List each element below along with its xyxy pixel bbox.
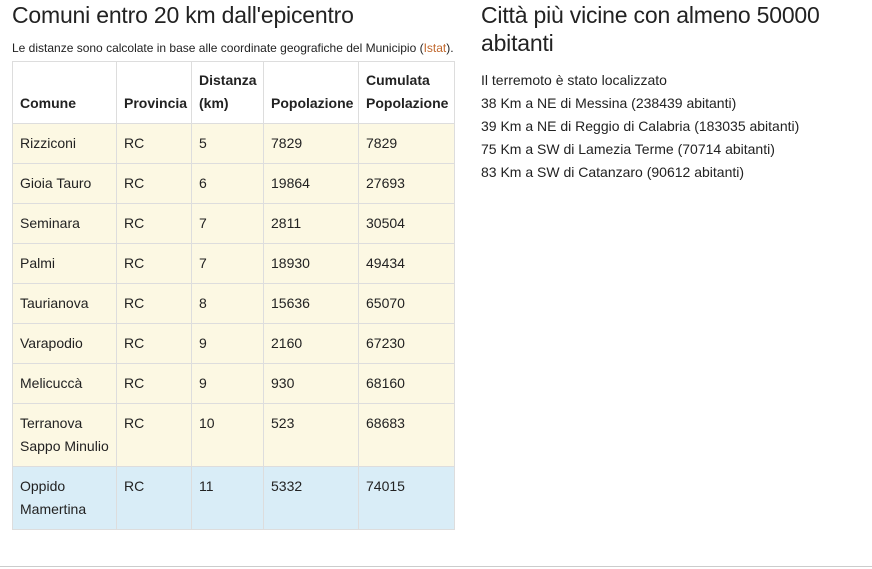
header-cumulata[interactable]: Cumulata Popolazione [358, 61, 455, 124]
cell-comune: Gioia Tauro [12, 163, 117, 204]
cell-provincia: RC [116, 203, 192, 244]
cell-cumulata: 74015 [358, 466, 455, 530]
cell-distanza: 11 [191, 466, 264, 530]
header-provincia[interactable]: Provincia [116, 61, 192, 124]
cell-popolazione: 7829 [263, 123, 359, 164]
cell-popolazione: 523 [263, 403, 359, 467]
cell-cumulata: 65070 [358, 283, 455, 324]
city-distance-line: 39 Km a NE di Reggio di Calabria (183035… [481, 118, 800, 134]
city-distance-line: 83 Km a SW di Catanzaro (90612 abitanti) [481, 164, 745, 180]
table-row: Gioia Tauro RC 6 19864 27693 [12, 163, 455, 204]
cell-comune: Terranova Sappo Minulio [12, 403, 117, 467]
header-distanza[interactable]: Distanza (km) [191, 61, 264, 124]
cell-distanza: 5 [191, 123, 264, 164]
cell-comune: Rizziconi [12, 123, 117, 164]
comuni-section: Comuni entro 20 km dall'epicentro Le dis… [12, 0, 455, 530]
distance-note: Le distanze sono calcolate in base alle … [12, 39, 454, 57]
note-end: ). [446, 41, 454, 55]
cell-provincia: RC [116, 243, 192, 284]
cell-provincia: RC [116, 163, 192, 204]
cell-distanza: 10 [191, 403, 264, 467]
cell-popolazione: 930 [263, 363, 359, 404]
cell-cumulata: 68160 [358, 363, 455, 404]
cell-cumulata: 68683 [358, 403, 455, 467]
cell-distanza: 8 [191, 283, 264, 324]
cell-distanza: 7 [191, 203, 264, 244]
table-row: Melicuccà RC 9 930 68160 [12, 363, 455, 404]
cell-popolazione: 19864 [263, 163, 359, 204]
istat-link[interactable]: Istat [424, 41, 447, 55]
table-row: Taurianova RC 8 15636 65070 [12, 283, 455, 324]
cell-popolazione: 15636 [263, 283, 359, 324]
cell-popolazione: 18930 [263, 243, 359, 284]
cell-popolazione: 2811 [263, 203, 359, 244]
cell-distanza: 7 [191, 243, 264, 284]
comuni-title: Comuni entro 20 km dall'epicentro [12, 2, 354, 28]
cell-provincia: RC [116, 323, 192, 364]
header-popolazione[interactable]: Popolazione [263, 61, 359, 124]
table-row: Terranova Sappo Minulio RC 10 523 68683 [12, 403, 455, 467]
cell-cumulata: 49434 [358, 243, 455, 284]
table-row: Seminara RC 7 2811 30504 [12, 203, 455, 244]
cell-popolazione: 2160 [263, 323, 359, 364]
cell-cumulata: 7829 [358, 123, 455, 164]
cell-distanza: 6 [191, 163, 264, 204]
cell-provincia: RC [116, 283, 192, 324]
cell-popolazione: 5332 [263, 466, 359, 530]
cell-provincia: RC [116, 466, 192, 530]
nearby-cities-title: Città più vicine con almeno 50000 abitan… [481, 2, 820, 56]
nearby-cities-section: Città più vicine con almeno 50000 abitan… [481, 0, 866, 184]
cell-comune: Taurianova [12, 283, 117, 324]
cell-comune: Palmi [12, 243, 117, 284]
bottom-divider [0, 566, 872, 567]
localization-intro: Il terremoto è stato localizzato [481, 72, 667, 88]
city-distance-line: 38 Km a NE di Messina (238439 abitanti) [481, 95, 737, 111]
table-row: Palmi RC 7 18930 49434 [12, 243, 455, 284]
table-row: Varapodio RC 9 2160 67230 [12, 323, 455, 364]
cell-provincia: RC [116, 403, 192, 467]
cell-cumulata: 30504 [358, 203, 455, 244]
header-comune[interactable]: Comune [12, 61, 117, 124]
table-row-highlighted: Oppido Mamertina RC 11 5332 74015 [12, 466, 455, 530]
note-text: Le distanze sono calcolate in base alle … [12, 41, 424, 55]
cell-comune: Melicuccà [12, 363, 117, 404]
cell-provincia: RC [116, 123, 192, 164]
cell-distanza: 9 [191, 363, 264, 404]
cell-comune: Varapodio [12, 323, 117, 364]
comuni-table: Comune Provincia Distanza (km) Popolazio… [12, 61, 455, 530]
cell-comune: Oppido Mamertina [12, 466, 117, 530]
cell-cumulata: 67230 [358, 323, 455, 364]
cell-comune: Seminara [12, 203, 117, 244]
cell-distanza: 9 [191, 323, 264, 364]
city-distance-line: 75 Km a SW di Lamezia Terme (70714 abita… [481, 141, 775, 157]
cell-cumulata: 27693 [358, 163, 455, 204]
cell-provincia: RC [116, 363, 192, 404]
table-header-row: Comune Provincia Distanza (km) Popolazio… [12, 61, 455, 124]
nearby-cities-info: Il terremoto è stato localizzato 38 Km a… [481, 69, 866, 184]
table-row: Rizziconi RC 5 7829 7829 [12, 123, 455, 164]
